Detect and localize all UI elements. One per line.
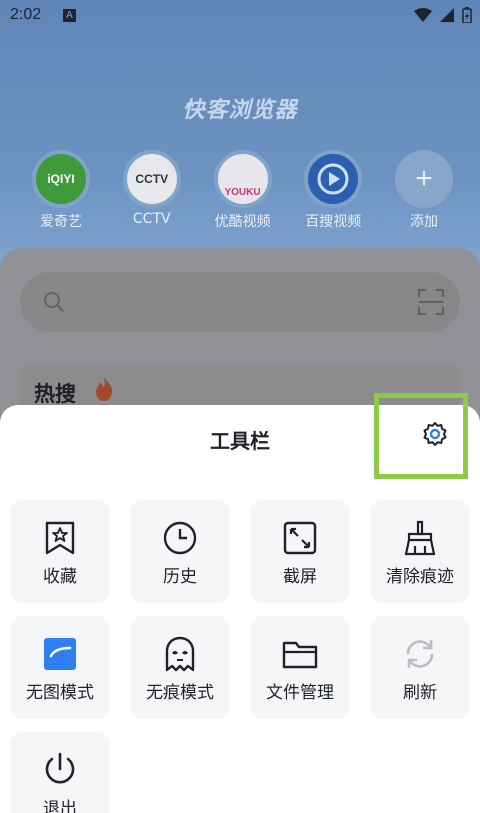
toolbar-item-label: 文件管理	[266, 683, 334, 703]
shortcut-label: CCTV	[132, 211, 171, 227]
shortcut-iqiyi[interactable]: iQIYI 爱奇艺	[20, 150, 102, 231]
bookmark-star-icon	[45, 521, 75, 555]
incognito-ghost-icon	[165, 636, 195, 672]
folder-icon	[282, 641, 318, 669]
toolbar-item-favorites[interactable]: 收藏	[10, 500, 110, 603]
shortcut-add[interactable]: + 添加	[383, 150, 465, 231]
flame-icon	[96, 377, 113, 401]
search-bar[interactable]	[20, 272, 460, 332]
shortcut-cctv[interactable]: CCTV CCTV	[111, 150, 193, 231]
toolbar-item-label: 截屏	[283, 567, 317, 587]
status-bar: 2:02 A	[0, 0, 480, 34]
toolbar-item-file-manager[interactable]: 文件管理	[250, 616, 350, 719]
signal-icon	[440, 8, 454, 22]
toolbar-item-clear-traces[interactable]: 清除痕迹	[370, 500, 470, 603]
hot-search-title: 热搜	[34, 382, 76, 406]
iqiyi-logo: iQIYI	[32, 150, 90, 208]
toolbar-item-label: 无痕模式	[146, 683, 214, 703]
broom-icon	[404, 520, 436, 556]
shortcut-label: 爱奇艺	[40, 214, 82, 230]
toolbar-item-history[interactable]: 历史	[130, 500, 230, 603]
shortcut-baisou[interactable]: 百搜视频	[292, 150, 374, 231]
battery-icon	[462, 7, 472, 23]
toolbar-item-screenshot[interactable]: 截屏	[250, 500, 350, 603]
search-icon	[44, 292, 64, 312]
toolbar-item-label: 刷新	[403, 683, 437, 703]
toolbar-item-exit[interactable]: 退出	[10, 732, 110, 813]
scan-icon[interactable]	[418, 289, 444, 315]
shortcut-youku[interactable]: YOUKU 优酷视频	[202, 150, 284, 231]
power-icon	[45, 752, 75, 784]
gear-icon	[423, 422, 447, 446]
toolbar-item-incognito-mode[interactable]: 无痕模式	[130, 616, 230, 719]
screenshot-icon	[283, 521, 317, 555]
wifi-icon	[414, 8, 432, 22]
toolbar-item-refresh[interactable]: 刷新	[370, 616, 470, 719]
settings-button[interactable]	[421, 421, 449, 449]
toolbar-item-label: 退出	[43, 799, 77, 813]
shortcut-label: 添加	[410, 214, 438, 230]
no-image-icon	[44, 638, 76, 670]
cctv-logo: CCTV	[122, 150, 181, 208]
refresh-icon	[406, 640, 434, 668]
youku-logo: YOUKU	[213, 150, 272, 208]
toolbar-item-label: 无图模式	[26, 683, 94, 703]
toolbar-item-label: 收藏	[43, 567, 77, 587]
play-icon	[317, 163, 349, 195]
plus-icon: +	[395, 150, 453, 208]
clock-icon	[163, 521, 197, 555]
app-notification-icon: A	[63, 9, 76, 22]
baisou-logo	[304, 150, 363, 208]
shortcut-row: iQIYI 爱奇艺 CCTV CCTV YOUKU 优酷视频 百搜视频 + 添加	[20, 150, 465, 231]
status-time: 2:02	[10, 6, 42, 23]
shortcut-label: 优酷视频	[214, 214, 271, 230]
toolbar-item-no-image-mode[interactable]: 无图模式	[10, 616, 110, 719]
toolbar-item-label: 清除痕迹	[386, 567, 454, 587]
shortcut-label: 百搜视频	[305, 214, 362, 230]
status-icons	[414, 7, 472, 23]
app-title: 快客浏览器	[182, 98, 298, 123]
toolbar-item-label: 历史	[163, 567, 197, 587]
